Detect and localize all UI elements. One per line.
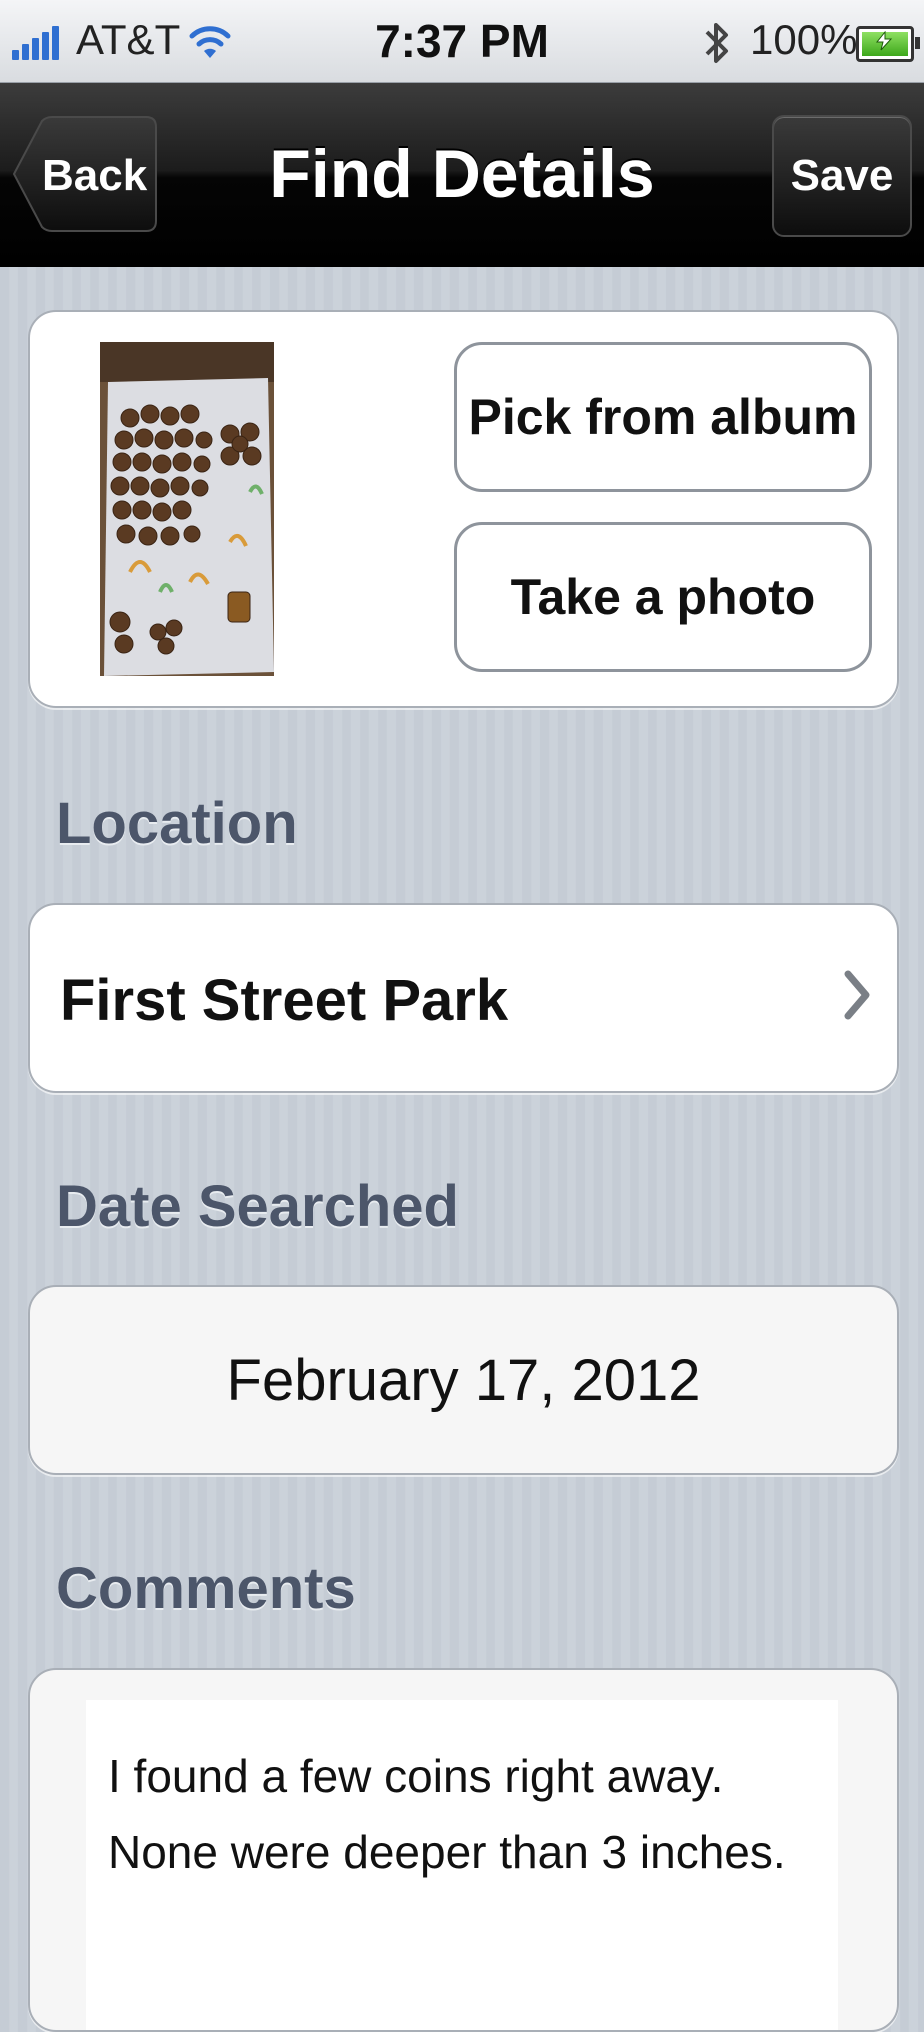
navigation-bar: Back Find Details Save — [0, 83, 924, 267]
chevron-right-icon — [843, 969, 871, 1026]
date-value: February 17, 2012 — [226, 1348, 701, 1413]
photo-card: Pick from album Take a photo — [28, 310, 899, 708]
battery-charging-icon — [856, 26, 920, 62]
date-section-label: Date Searched — [56, 1174, 459, 1239]
battery-percentage: 100% — [750, 16, 858, 63]
save-button[interactable]: Save — [772, 115, 912, 237]
location-value: First Street Park — [60, 968, 509, 1033]
location-section-label: Location — [56, 791, 298, 856]
status-bar: AT&T 7:37 PM 100% — [0, 0, 924, 83]
comments-card: I found a few coins right away. None wer… — [28, 1668, 899, 2032]
comments-textarea[interactable]: I found a few coins right away. None wer… — [86, 1700, 838, 2030]
comments-section-label: Comments — [56, 1556, 356, 1621]
pick-from-album-button[interactable]: Pick from album — [454, 342, 872, 492]
date-picker-field[interactable]: February 17, 2012 — [28, 1285, 899, 1475]
take-photo-button[interactable]: Take a photo — [454, 522, 872, 672]
find-photo-thumbnail[interactable] — [100, 342, 274, 676]
location-row[interactable]: First Street Park — [28, 903, 899, 1093]
bluetooth-icon — [700, 18, 734, 73]
comments-text: I found a few coins right away. None wer… — [108, 1750, 786, 1878]
